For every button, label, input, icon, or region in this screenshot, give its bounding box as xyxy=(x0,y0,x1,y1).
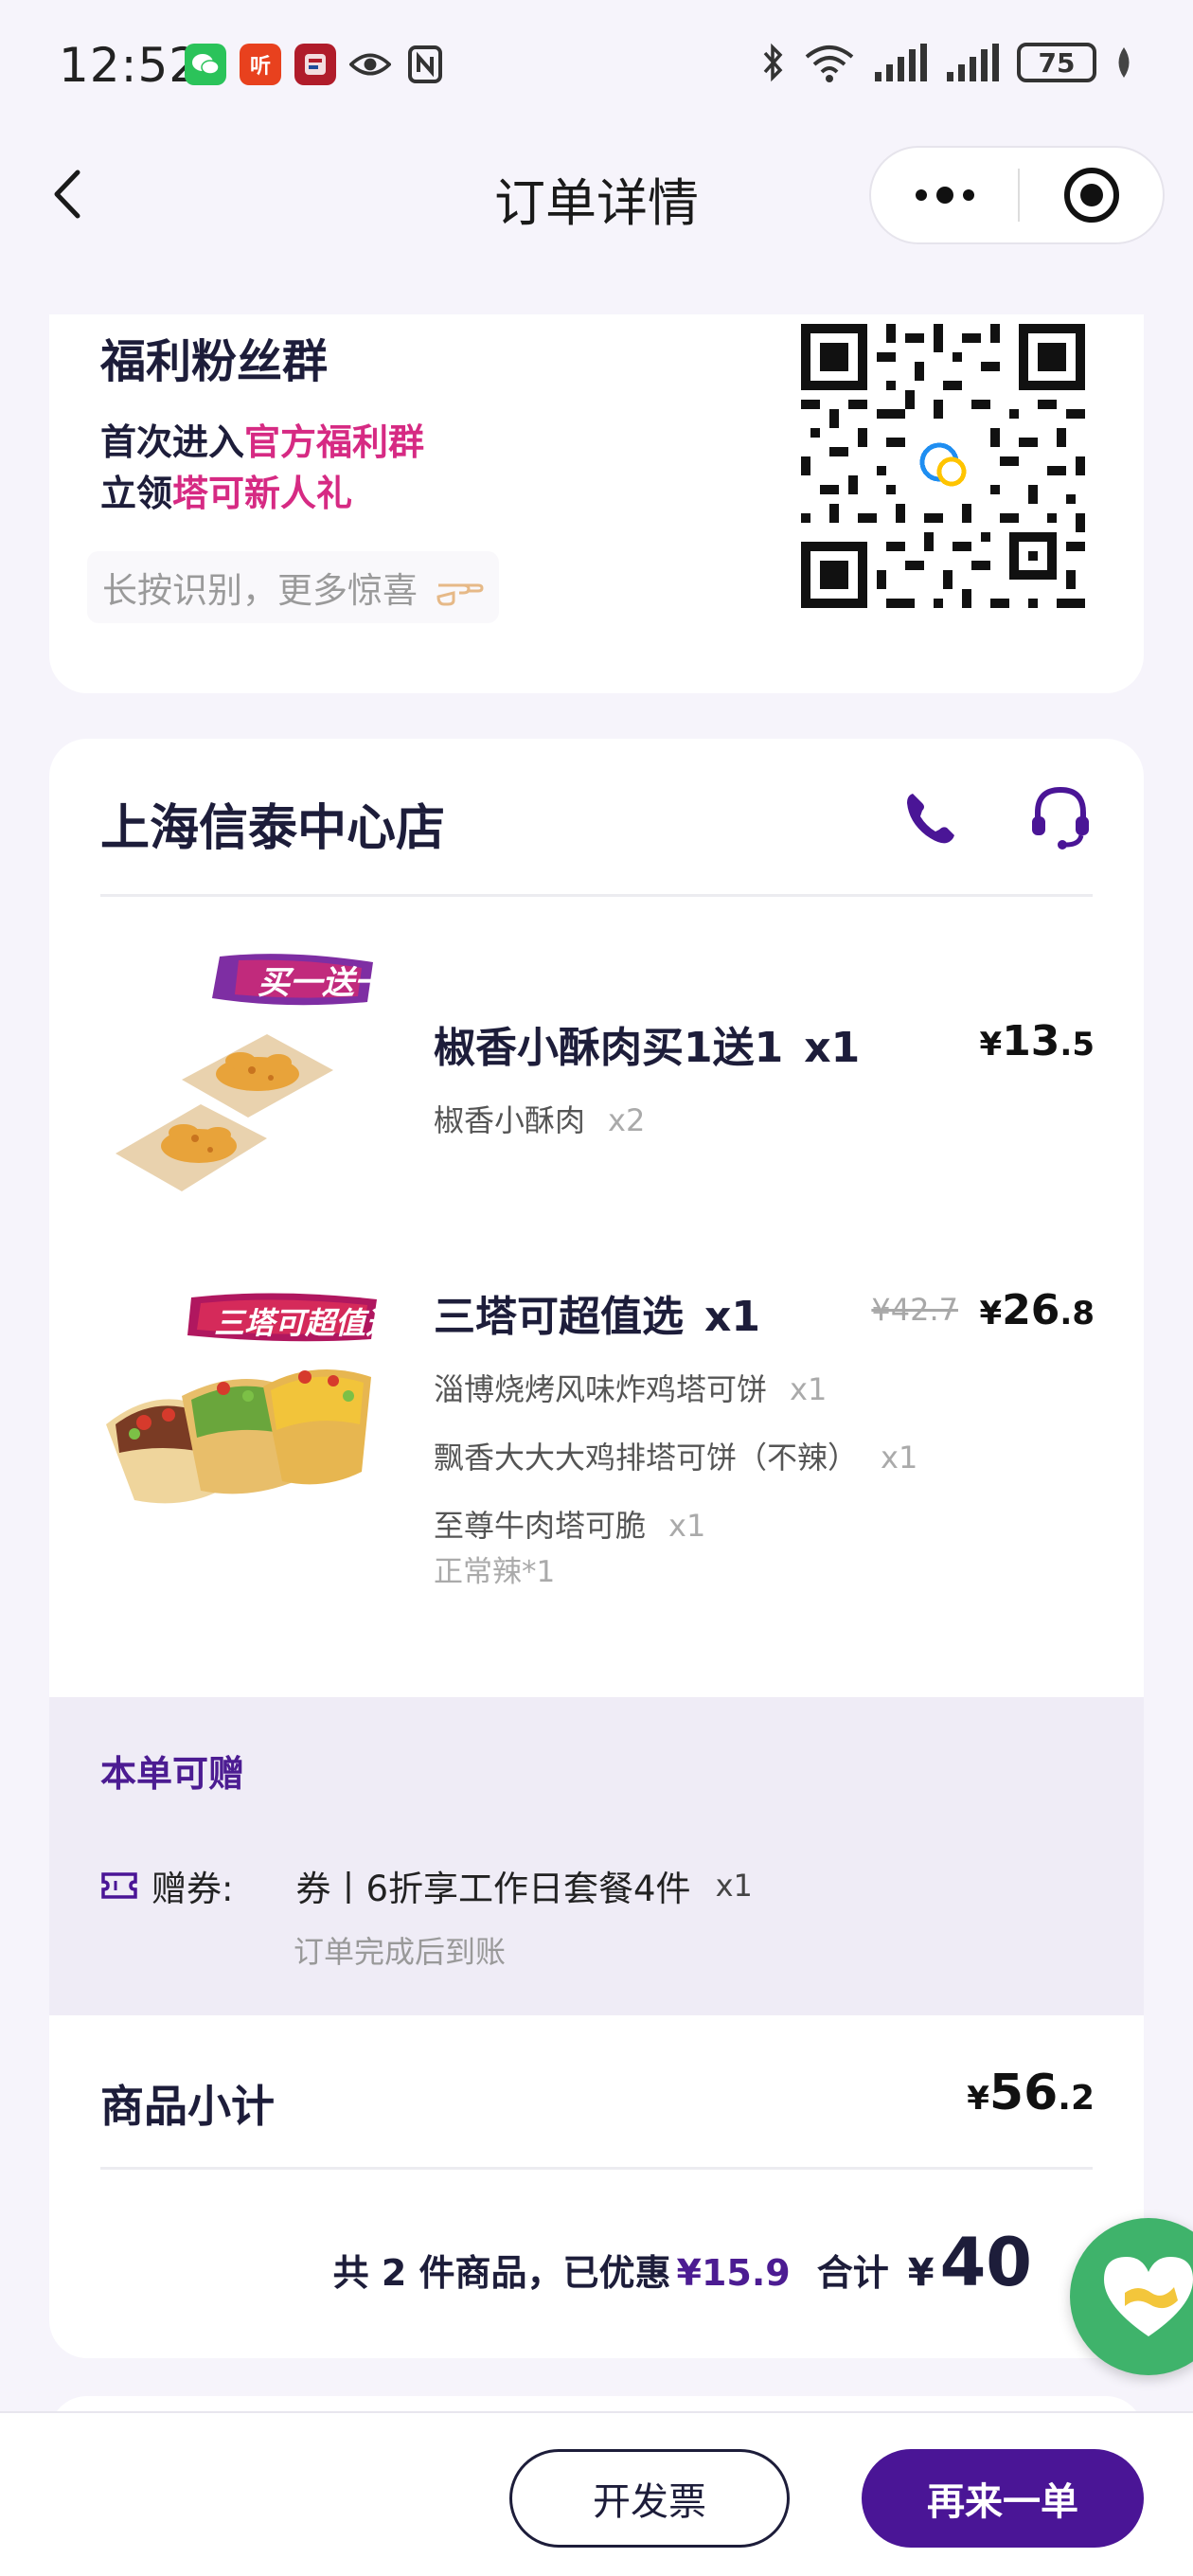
order-summary: 共 2 件商品，已优惠 ¥15.9 合计 ¥ 40 xyxy=(333,2224,1032,2301)
subtotal-label: 商品小计 xyxy=(100,2081,275,2132)
bluetooth-icon xyxy=(763,43,783,82)
subtotal-currency: ¥ xyxy=(967,2080,989,2118)
gift-value: 券丨6折享工作日套餐4件 xyxy=(295,1869,691,1909)
fan-hint-text: 长按识别，更多惊喜 xyxy=(102,570,418,611)
store-name: 上海信泰中心店 xyxy=(100,800,446,857)
more-dots-icon xyxy=(915,187,974,204)
heart-icon xyxy=(1104,2257,1193,2336)
summary-total-label: 合计 xyxy=(816,2252,889,2294)
product-price: ¥26.8 xyxy=(980,1286,1095,1334)
signal-icon-2 xyxy=(947,44,999,81)
subitem-name: 淄博烧烤风味炸鸡塔可饼 xyxy=(434,1371,768,1407)
original-price: ¥42.7 xyxy=(871,1292,958,1328)
product-price: ¥13.5 xyxy=(980,1017,1095,1065)
nfc-icon xyxy=(404,44,446,85)
status-bar: 12:52 听 75 xyxy=(0,0,1193,142)
product-badge: 三塔可超值选 xyxy=(213,1305,396,1341)
gift-note: 订单完成后到账 xyxy=(294,1934,507,1970)
subtotal-value: ¥56.2 xyxy=(967,2065,1095,2121)
store-divider xyxy=(100,894,1093,897)
subitem-qty: x1 xyxy=(790,1371,828,1407)
subitem-note: 正常辣*1 xyxy=(434,1555,556,1589)
gift-label: 赠券: xyxy=(151,1869,234,1909)
fan-group-line-2: 立领塔可新人礼 xyxy=(100,464,352,516)
target-icon xyxy=(1063,168,1119,223)
wifi-icon xyxy=(805,45,854,82)
fan-group-line-1: 首次进入官方福利群 xyxy=(100,413,424,465)
product-subitem: 淄博烧烤风味炸鸡塔可饼 x1 xyxy=(434,1366,827,1409)
summary-discount: ¥15.9 xyxy=(676,2252,791,2294)
price-integer: 26 xyxy=(1002,1286,1060,1334)
wechat-icon xyxy=(185,44,226,85)
subitem-qty: x1 xyxy=(668,1508,706,1544)
order-store-card: 上海信泰中心店 买一送一 椒香小酥肉买1送1 x1 ¥13.5 椒香小酥肉 x2 xyxy=(49,739,1144,2358)
gift-coupon-row: 赠券: 券丨6折享工作日套餐4件 x1 xyxy=(100,1860,753,1911)
fan-line2-highlight: 塔可新人礼 xyxy=(172,473,353,514)
product-name: 椒香小酥肉买1送1 x1 xyxy=(434,1013,860,1074)
signal-icon xyxy=(875,44,927,81)
subitem-name: 至尊牛肉塔可脆 xyxy=(434,1508,647,1544)
fan-line2-prefix: 立领 xyxy=(100,473,173,514)
price-integer: 13 xyxy=(1002,1017,1060,1065)
bottom-action-bar: 开发票 再来一单 xyxy=(0,2411,1193,2576)
fan-line1-prefix: 首次进入 xyxy=(100,421,245,463)
more-button[interactable] xyxy=(871,186,1018,205)
nav-bar: 订单详情 xyxy=(0,142,1193,256)
news-app-icon xyxy=(294,44,336,85)
product-subitem: 至尊牛肉塔可脆 x1 xyxy=(434,1502,705,1546)
pointing-hand-icon xyxy=(436,583,484,606)
product-qty: x1 xyxy=(704,1293,760,1341)
leaf-icon xyxy=(1118,47,1130,78)
product-subitem: 飘香大大大鸡排塔可饼（不辣） x1 xyxy=(434,1434,917,1477)
fan-line1-highlight: 官方福利群 xyxy=(244,421,425,463)
subtotal-integer: 56 xyxy=(988,2065,1059,2121)
order-item: 买一送一 椒香小酥肉买1送1 x1 ¥13.5 椒香小酥肉 x2 xyxy=(49,953,1144,1237)
product-title: 三塔可超值选 xyxy=(434,1293,684,1341)
notification-icons: 听 xyxy=(185,44,446,85)
listen-app-icon: 听 xyxy=(240,44,281,85)
system-icons: 75 xyxy=(761,42,1134,83)
product-qty: x1 xyxy=(804,1024,861,1072)
fan-group-card: 福利粉丝群 首次进入官方福利群 立领塔可新人礼 长按识别，更多惊喜 xyxy=(49,314,1144,693)
price-currency: ¥ xyxy=(979,1026,1003,1064)
invoice-button[interactable]: 开发票 xyxy=(509,2449,790,2548)
fan-group-hint: 长按识别，更多惊喜 xyxy=(87,551,499,623)
product-title: 椒香小酥肉买1送1 xyxy=(434,1024,784,1072)
phone-icon[interactable] xyxy=(899,788,960,849)
subitem-qty: x1 xyxy=(881,1440,918,1476)
summary-count-text: 共 2 件商品，已优惠 xyxy=(332,2252,671,2294)
product-name: 三塔可超值选 x1 xyxy=(434,1282,760,1343)
summary-total-currency: ¥ xyxy=(907,2251,935,2295)
price-decimal: .8 xyxy=(1059,1295,1095,1333)
product-badge: 买一送一 xyxy=(258,964,386,1002)
ticket-icon xyxy=(101,1872,137,1899)
clock: 12:52 xyxy=(59,38,201,93)
summary-total-value: 40 xyxy=(939,2224,1032,2301)
qr-code[interactable] xyxy=(801,324,1085,608)
reorder-button[interactable]: 再来一单 xyxy=(862,2449,1144,2548)
gift-title: 本单可赠 xyxy=(100,1753,245,1795)
gift-qty: x1 xyxy=(715,1868,753,1904)
price-currency: ¥ xyxy=(979,1295,1003,1333)
subtotal-decimal: .2 xyxy=(1058,2079,1095,2118)
price-decimal: .5 xyxy=(1059,1026,1095,1064)
battery-indicator: 75 xyxy=(1017,43,1096,82)
mini-program-capsule xyxy=(869,146,1165,244)
gift-section: 本单可赠 赠券: 券丨6折享工作日套餐4件 x1 订单完成后到账 xyxy=(49,1697,1144,2015)
subitem-name: 飘香大大大鸡排塔可饼（不辣） xyxy=(434,1440,859,1476)
subitem-name: 椒香小酥肉 xyxy=(434,1102,586,1138)
eye-icon xyxy=(349,44,391,85)
subtotal-divider xyxy=(100,2167,1093,2170)
order-item: 三塔可超值选 三塔可超值选 x1 ¥42.7 ¥26.8 淄博烧烤风味炸鸡塔可饼 x… xyxy=(49,1282,1144,1680)
fan-group-title: 福利粉丝群 xyxy=(100,335,329,388)
customer-service-icon[interactable] xyxy=(1026,782,1095,850)
close-mini-program-button[interactable] xyxy=(1020,165,1163,225)
product-subitem: 椒香小酥肉 x2 xyxy=(434,1097,645,1140)
subitem-qty: x2 xyxy=(608,1102,646,1138)
